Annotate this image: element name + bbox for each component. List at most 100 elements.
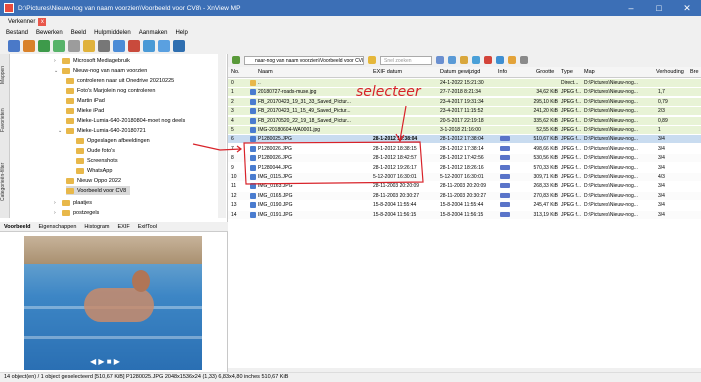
tab-exiftool[interactable]: ExifTool [138, 224, 157, 230]
vtab-favorieten[interactable]: Favorieten [0, 100, 10, 140]
search-input[interactable]: Snel zoeken [380, 55, 432, 65]
move-icon[interactable] [472, 56, 480, 64]
tree-item[interactable]: Nieuw Oppo 2022 [66, 176, 121, 185]
column-datum-gewijzigd[interactable]: Datum gewijzigd [440, 69, 480, 75]
sort-filter-icon[interactable] [508, 56, 516, 64]
table-row[interactable]: 3 FB_20170423_11_15_49_Saved_Pictur... 23-… [228, 107, 701, 116]
row-exif-date: 28-1-2012 18:42:57 [373, 155, 417, 162]
up-folder-icon[interactable] [232, 56, 240, 64]
table-row[interactable]: 4 FB_20170520_22_19_18_Saved_Pictur... 20-… [228, 116, 701, 125]
tree-item[interactable]: Mieke-Lumia-640-20180804-moet nog deels [66, 116, 185, 125]
chevron-down-icon[interactable]: ⌄ [54, 68, 60, 74]
tree-item-selected[interactable]: Voorbeeld voor CV8 [66, 186, 131, 195]
table-row[interactable]: 12 IMG_0165.JPG 28-11-2003 20:30:27 28-11-2… [228, 191, 701, 200]
table-row[interactable]: 13 IMG_0190.JPG 15-8-2004 11:55:44 15-8-200… [228, 201, 701, 209]
menu-hulpmiddelen[interactable]: Hulpmiddelen [94, 30, 131, 36]
refresh-icon[interactable] [38, 40, 50, 52]
vtab-mappen[interactable]: Mappen [0, 60, 10, 90]
tab-eigenschappen[interactable]: Eigenschappen [39, 224, 77, 230]
maximize-button[interactable]: □ [645, 0, 673, 16]
tree-item[interactable]: controleren naar uit Onedrive 20210225 [66, 76, 174, 85]
tree-item[interactable]: Martin iPad [66, 96, 105, 105]
batch-icon[interactable] [113, 40, 125, 52]
menu-aanmaken[interactable]: Aanmaken [139, 30, 168, 36]
column-info[interactable]: Info [498, 69, 507, 75]
minimize-button[interactable]: – [617, 0, 645, 16]
tag-icon[interactable] [496, 56, 504, 64]
table-row[interactable]: 6 P1280025.JPG 28-1-2012 18:38:04 28-1-2012… [228, 135, 701, 144]
table-row[interactable]: 10 IMG_0115.JPG 5-12-2007 16:30:01 5-12-200… [228, 173, 701, 181]
chevron-right-icon[interactable]: › [54, 200, 60, 206]
playback-controls[interactable]: ◀ ▶ ■ ▶ [90, 357, 120, 366]
tree-label: Voorbeeld voor CV8 [77, 187, 127, 194]
open-icon[interactable] [8, 40, 20, 52]
filter-icon[interactable] [436, 56, 444, 64]
menu-help[interactable]: Help [175, 30, 187, 36]
tree-item[interactable]: › Microsoft Mediagebruik [54, 56, 130, 65]
table-row[interactable]: 7 P1280026.JPG 28-1-2012 18:38:15 28-1-2012… [228, 145, 701, 153]
copy-icon[interactable] [460, 56, 468, 64]
view-mode-icon[interactable] [520, 56, 528, 64]
print-icon[interactable] [173, 40, 185, 52]
nav-icon[interactable] [448, 56, 456, 64]
table-row[interactable]: 11 IMG_0163.JPG 28-11-2003 20:20:09 28-11-2… [228, 182, 701, 190]
path-input[interactable]: naar-nog van naam voorzien\Voorbeeld voo… [244, 55, 364, 65]
tree-scrollbar[interactable] [218, 54, 226, 218]
column-exif-datum[interactable]: EXIF datum [373, 69, 402, 75]
table-row[interactable]: 0.. 24-1-2022 15:21:30 Direct... D:\Picture… [228, 79, 701, 87]
chevron-right-icon[interactable]: › [54, 210, 60, 216]
table-row[interactable]: 2 FB_20170423_19_31_33_Saved_Pictur... 23-… [228, 97, 701, 106]
column-type[interactable]: Type [561, 69, 573, 75]
slideshow-icon[interactable] [143, 40, 155, 52]
tab-voorbeeld[interactable]: Voorbeeld [4, 224, 31, 230]
tree-item[interactable]: WhatsApp [76, 166, 112, 175]
tree-item[interactable]: › plaatjes [54, 198, 92, 207]
tree-item[interactable]: Oude foto's [76, 146, 115, 155]
table-row[interactable]: 9 P1280044.JPG 28-1-2012 19:26:17 28-1-2012… [228, 164, 701, 172]
tree-item[interactable]: ⌄ Mieke-Lumia-640-20180721 [58, 126, 146, 135]
menu-bestand[interactable]: Bestand [6, 30, 28, 36]
close-button[interactable]: ✕ [673, 0, 701, 16]
compare-icon[interactable] [98, 40, 110, 52]
tree-item[interactable]: Opgeslagen afbeeldingen [76, 136, 150, 145]
tree-item[interactable]: Foto's Marjolein nog controleren [66, 86, 155, 95]
column-no[interactable]: No. [231, 69, 240, 75]
tree-item[interactable]: › postzegels [54, 208, 99, 217]
chevron-right-icon[interactable]: › [54, 58, 60, 64]
delete-icon[interactable] [484, 56, 492, 64]
column-map[interactable]: Map [584, 69, 595, 75]
menu-bewerken[interactable]: Bewerken [36, 30, 63, 36]
tree-item[interactable]: Mieke iPad [66, 106, 104, 115]
tab-verkenner[interactable]: Verkenner [8, 19, 35, 25]
folder-icon [76, 167, 84, 174]
tab-exif[interactable]: EXIF [117, 224, 129, 230]
capture-icon[interactable] [158, 40, 170, 52]
star-icon[interactable] [368, 56, 376, 64]
table-row[interactable]: 1 20180727-roads-muse.jpg 27-7-2018 8:21:3… [228, 88, 701, 97]
menu-beeld[interactable]: Beeld [71, 30, 86, 36]
row-type: JPEG f... [561, 174, 582, 180]
table-row[interactable]: 5 IMG-20180604-WA0001.jpg 3-1-2018 21:16:0… [228, 126, 701, 134]
rename-icon[interactable] [128, 40, 140, 52]
ok-icon[interactable] [53, 40, 65, 52]
table-row[interactable]: 8 P1280026.JPG 28-1-2012 18:42:57 28-1-2012… [228, 154, 701, 163]
exif-badge-icon [500, 145, 510, 151]
edit-icon[interactable] [83, 40, 95, 52]
chevron-down-icon[interactable]: ⌄ [58, 128, 64, 134]
column-naam[interactable]: Naam [258, 69, 273, 75]
column-verhouding[interactable]: Verhouding [656, 69, 684, 75]
convert-icon[interactable] [68, 40, 80, 52]
tab-histogram[interactable]: Histogram [84, 224, 109, 230]
row-size: 510,67 KiB [533, 136, 558, 143]
tab-close-icon[interactable]: x [38, 18, 47, 26]
tree-item[interactable]: ⌄ Nieuw-nog van naam voorzien [54, 66, 147, 75]
row-type: JPEG f... [561, 98, 582, 105]
column-breedte[interactable]: Bre [690, 69, 699, 75]
main-toolbar [0, 38, 228, 54]
column-grootte[interactable]: Grootte [536, 69, 554, 75]
browse-icon[interactable] [23, 40, 35, 52]
tree-item[interactable]: Screenshots [76, 156, 118, 165]
table-row[interactable]: 14 IMG_0191.JPG 15-8-2004 11:56:15 15-8-200… [228, 210, 701, 219]
vtab-categorieen-filter[interactable]: Categorieën-filter [0, 152, 10, 212]
row-folder: D:\Pictures\Nieuw-nog... [584, 202, 638, 209]
